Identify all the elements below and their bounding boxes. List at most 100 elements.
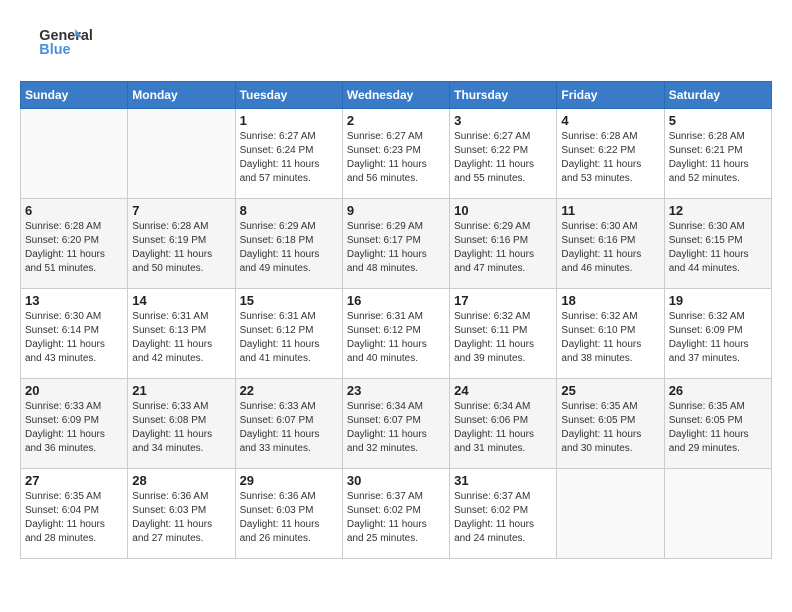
day-info: Sunrise: 6:36 AMSunset: 6:03 PMDaylight:… [132,490,230,546]
day-number: 31 [454,473,552,488]
day-number: 21 [132,383,230,398]
calendar-cell: 12 Sunrise: 6:30 AMSunset: 6:15 PMDayligh… [664,199,771,289]
day-number: 3 [454,113,552,128]
day-info: Sunrise: 6:28 AMSunset: 6:21 PMDaylight:… [669,130,767,186]
day-number: 24 [454,383,552,398]
calendar-cell: 5 Sunrise: 6:28 AMSunset: 6:21 PMDaylight… [664,109,771,199]
calendar-cell: 6 Sunrise: 6:28 AMSunset: 6:20 PMDaylight… [21,199,128,289]
logo-icon: General Blue [20,20,100,65]
day-info: Sunrise: 6:31 AMSunset: 6:13 PMDaylight:… [132,310,230,366]
calendar-cell: 31 Sunrise: 6:37 AMSunset: 6:02 PMDayligh… [450,469,557,559]
day-info: Sunrise: 6:27 AMSunset: 6:24 PMDaylight:… [240,130,338,186]
calendar-week-row: 20 Sunrise: 6:33 AMSunset: 6:09 PMDayligh… [21,379,772,469]
calendar-cell: 23Sunrise: 6:34 AMSunset: 6:07 PMDayligh… [342,379,449,469]
calendar-cell: 26 Sunrise: 6:35 AMSunset: 6:05 PMDayligh… [664,379,771,469]
page-header: General Blue [20,20,772,65]
day-number: 29 [240,473,338,488]
day-number: 26 [669,383,767,398]
day-info: Sunrise: 6:33 AMSunset: 6:07 PMDaylight:… [240,400,338,456]
svg-text:Blue: Blue [39,42,70,58]
day-info: Sunrise: 6:29 AMSunset: 6:18 PMDaylight:… [240,220,338,276]
calendar-cell: 7Sunrise: 6:28 AMSunset: 6:19 PMDaylight… [128,199,235,289]
calendar-cell: 11 Sunrise: 6:30 AMSunset: 6:16 PMDayligh… [557,199,664,289]
day-number: 6 [25,203,123,218]
day-info: Sunrise: 6:33 AMSunset: 6:08 PMDaylight:… [132,400,230,456]
day-info: Sunrise: 6:30 AMSunset: 6:15 PMDaylight:… [669,220,767,276]
day-info: Sunrise: 6:30 AMSunset: 6:14 PMDaylight:… [25,310,123,366]
day-info: Sunrise: 6:29 AMSunset: 6:17 PMDaylight:… [347,220,445,276]
day-number: 22 [240,383,338,398]
day-of-week-friday: Friday [557,82,664,109]
day-of-week-wednesday: Wednesday [342,82,449,109]
day-info: Sunrise: 6:30 AMSunset: 6:16 PMDaylight:… [561,220,659,276]
calendar-cell: 30 Sunrise: 6:37 AMSunset: 6:02 PMDayligh… [342,469,449,559]
day-number: 5 [669,113,767,128]
calendar-cell [128,109,235,199]
calendar-cell: 1 Sunrise: 6:27 AMSunset: 6:24 PMDaylight… [235,109,342,199]
calendar-cell: 14Sunrise: 6:31 AMSunset: 6:13 PMDayligh… [128,289,235,379]
calendar-week-row: 6 Sunrise: 6:28 AMSunset: 6:20 PMDaylight… [21,199,772,289]
calendar-cell: 20 Sunrise: 6:33 AMSunset: 6:09 PMDayligh… [21,379,128,469]
day-number: 23 [347,383,445,398]
day-info: Sunrise: 6:32 AMSunset: 6:09 PMDaylight:… [669,310,767,366]
calendar-cell: 8 Sunrise: 6:29 AMSunset: 6:18 PMDaylight… [235,199,342,289]
day-info: Sunrise: 6:33 AMSunset: 6:09 PMDaylight:… [25,400,123,456]
day-info: Sunrise: 6:37 AMSunset: 6:02 PMDaylight:… [454,490,552,546]
calendar-cell: 17Sunrise: 6:32 AMSunset: 6:11 PMDayligh… [450,289,557,379]
calendar-cell: 29 Sunrise: 6:36 AMSunset: 6:03 PMDayligh… [235,469,342,559]
day-info: Sunrise: 6:31 AMSunset: 6:12 PMDaylight:… [240,310,338,366]
calendar-week-row: 27Sunrise: 6:35 AMSunset: 6:04 PMDayligh… [21,469,772,559]
day-info: Sunrise: 6:37 AMSunset: 6:02 PMDaylight:… [347,490,445,546]
day-number: 12 [669,203,767,218]
calendar-cell: 16 Sunrise: 6:31 AMSunset: 6:12 PMDayligh… [342,289,449,379]
calendar-cell: 9 Sunrise: 6:29 AMSunset: 6:17 PMDaylight… [342,199,449,289]
day-number: 20 [25,383,123,398]
day-info: Sunrise: 6:35 AMSunset: 6:05 PMDaylight:… [669,400,767,456]
day-of-week-tuesday: Tuesday [235,82,342,109]
day-number: 18 [561,293,659,308]
calendar-cell: 15 Sunrise: 6:31 AMSunset: 6:12 PMDayligh… [235,289,342,379]
day-info: Sunrise: 6:27 AMSunset: 6:23 PMDaylight:… [347,130,445,186]
day-info: Sunrise: 6:28 AMSunset: 6:19 PMDaylight:… [132,220,230,276]
day-info: Sunrise: 6:34 AMSunset: 6:06 PMDaylight:… [454,400,552,456]
day-info: Sunrise: 6:31 AMSunset: 6:12 PMDaylight:… [347,310,445,366]
day-info: Sunrise: 6:32 AMSunset: 6:11 PMDaylight:… [454,310,552,366]
day-number: 16 [347,293,445,308]
calendar-table: SundayMondayTuesdayWednesdayThursdayFrid… [20,81,772,559]
day-number: 27 [25,473,123,488]
day-of-week-saturday: Saturday [664,82,771,109]
calendar-cell: 13 Sunrise: 6:30 AMSunset: 6:14 PMDayligh… [21,289,128,379]
day-number: 28 [132,473,230,488]
day-number: 13 [25,293,123,308]
day-number: 9 [347,203,445,218]
calendar-cell [664,469,771,559]
day-info: Sunrise: 6:29 AMSunset: 6:16 PMDaylight:… [454,220,552,276]
calendar-week-row: 1 Sunrise: 6:27 AMSunset: 6:24 PMDaylight… [21,109,772,199]
calendar-cell: 10 Sunrise: 6:29 AMSunset: 6:16 PMDayligh… [450,199,557,289]
calendar-header-row: SundayMondayTuesdayWednesdayThursdayFrid… [21,82,772,109]
day-info: Sunrise: 6:36 AMSunset: 6:03 PMDaylight:… [240,490,338,546]
day-info: Sunrise: 6:32 AMSunset: 6:10 PMDaylight:… [561,310,659,366]
day-of-week-sunday: Sunday [21,82,128,109]
day-info: Sunrise: 6:35 AMSunset: 6:05 PMDaylight:… [561,400,659,456]
calendar-cell: 24 Sunrise: 6:34 AMSunset: 6:06 PMDayligh… [450,379,557,469]
day-number: 11 [561,203,659,218]
calendar-cell: 19 Sunrise: 6:32 AMSunset: 6:09 PMDayligh… [664,289,771,379]
day-number: 19 [669,293,767,308]
day-number: 2 [347,113,445,128]
day-number: 15 [240,293,338,308]
calendar-week-row: 13 Sunrise: 6:30 AMSunset: 6:14 PMDayligh… [21,289,772,379]
calendar-cell: 3Sunrise: 6:27 AMSunset: 6:22 PMDaylight… [450,109,557,199]
calendar-cell [21,109,128,199]
day-info: Sunrise: 6:28 AMSunset: 6:20 PMDaylight:… [25,220,123,276]
day-number: 1 [240,113,338,128]
day-number: 30 [347,473,445,488]
day-number: 10 [454,203,552,218]
day-of-week-thursday: Thursday [450,82,557,109]
logo: General Blue [20,20,100,65]
calendar-cell: 25Sunrise: 6:35 AMSunset: 6:05 PMDayligh… [557,379,664,469]
calendar-cell: 18 Sunrise: 6:32 AMSunset: 6:10 PMDayligh… [557,289,664,379]
calendar-cell: 21 Sunrise: 6:33 AMSunset: 6:08 PMDayligh… [128,379,235,469]
calendar-cell: 4Sunrise: 6:28 AMSunset: 6:22 PMDaylight… [557,109,664,199]
day-number: 8 [240,203,338,218]
